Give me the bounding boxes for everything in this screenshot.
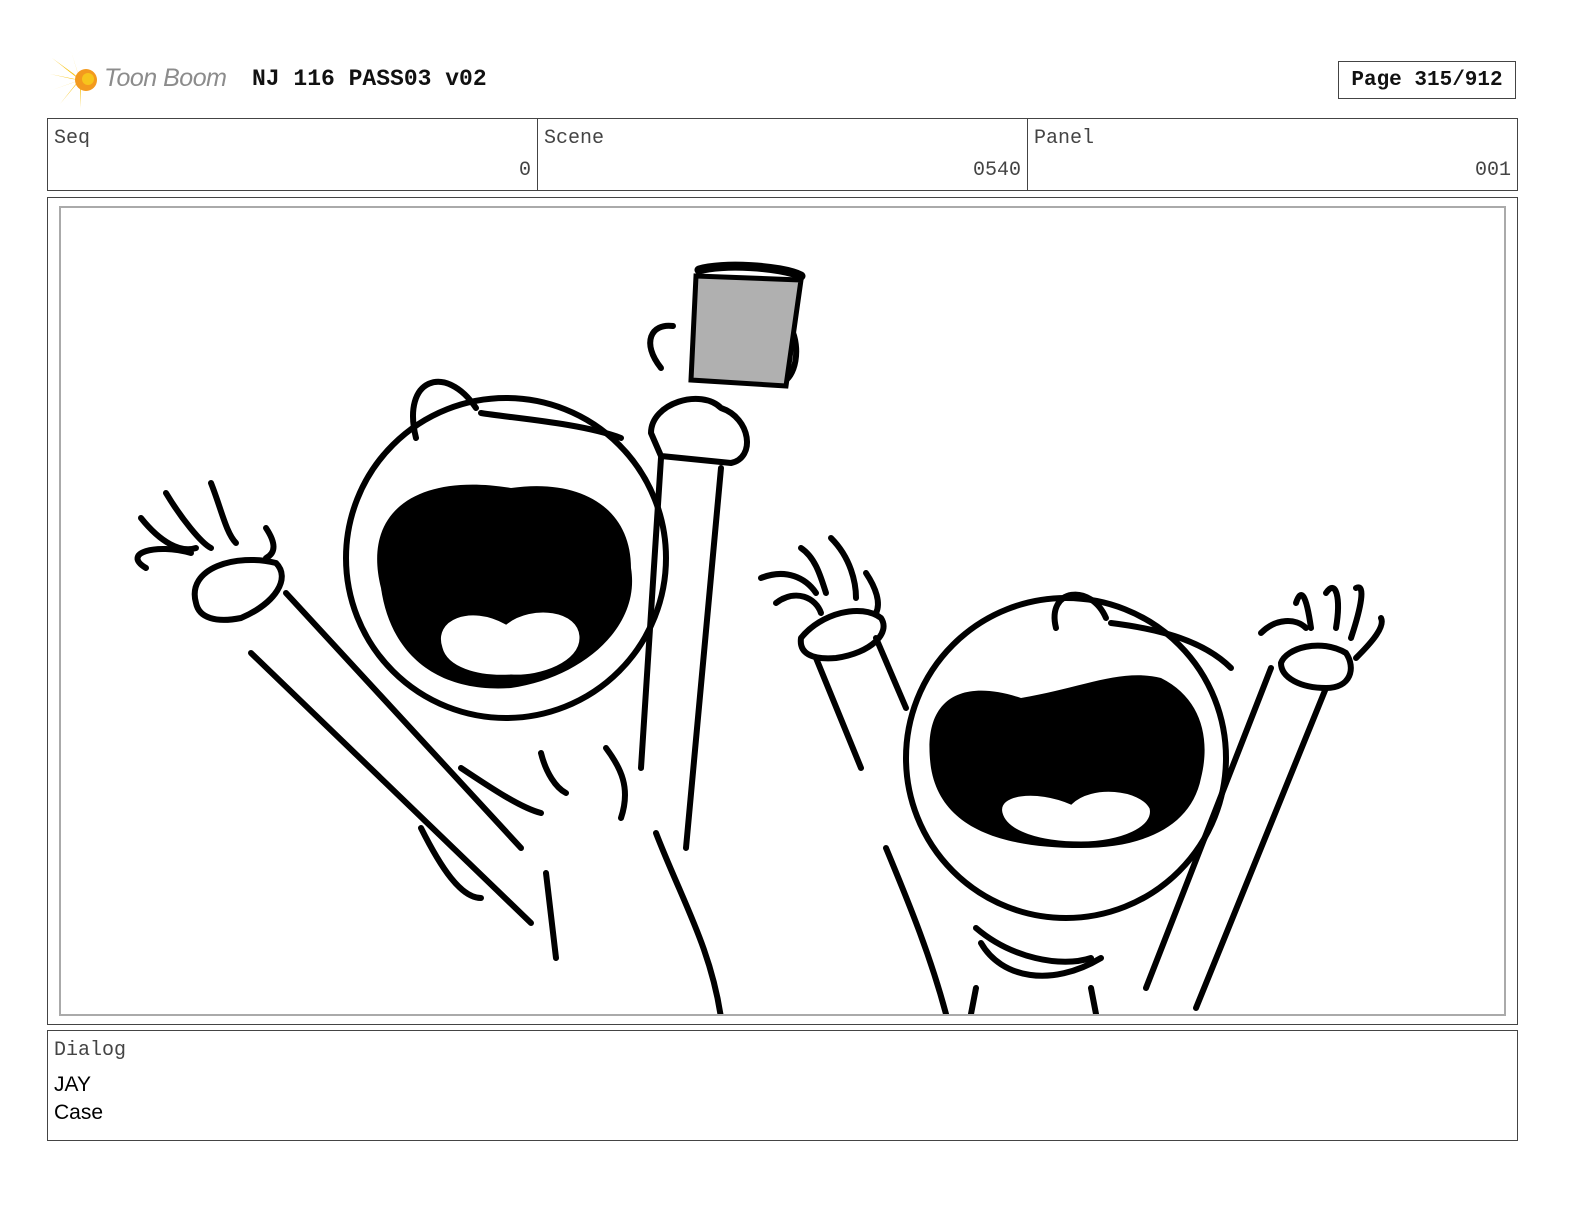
scene-cell: Scene 0540 [538, 119, 1028, 190]
burst-icon [50, 54, 97, 108]
dialog-character-name: JAY [54, 1073, 91, 1096]
seq-label: Seq [54, 127, 91, 150]
logo-text: Toon Boom [104, 64, 227, 92]
seq-cell: Seq 0 [48, 119, 538, 190]
dialog-text: JAY Case [54, 1071, 103, 1127]
dialog-line: Case [54, 1101, 104, 1124]
storyboard-panel [47, 197, 1518, 1025]
seq-value: 0 [518, 159, 531, 182]
scene-value: 0540 [972, 159, 1021, 182]
page-indicator: Page 315/912 [1338, 61, 1516, 99]
panel-label: Panel [1034, 127, 1095, 150]
dialog-box: Dialog JAY Case [47, 1030, 1518, 1141]
cheering-characters-sketch [134, 261, 1385, 1014]
panel-cell: Panel 001 [1028, 119, 1517, 190]
panel-value: 001 [1474, 159, 1511, 182]
scene-label: Scene [544, 127, 605, 150]
dialog-label: Dialog [54, 1039, 127, 1062]
cup-icon [688, 261, 806, 389]
panel-image-area [59, 206, 1506, 1016]
document-title: NJ 116 PASS03 v02 [252, 66, 487, 92]
info-row: Seq 0 Scene 0540 Panel 001 [47, 118, 1518, 191]
